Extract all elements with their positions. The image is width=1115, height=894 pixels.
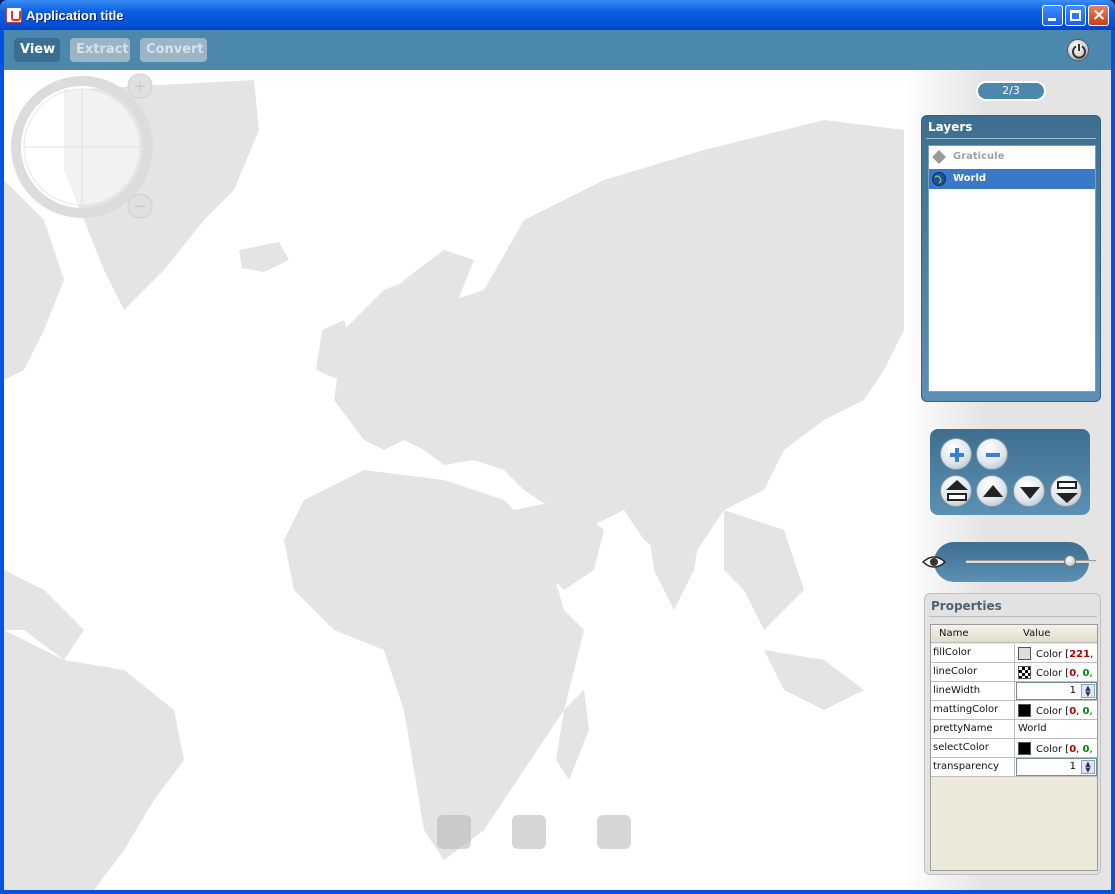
svg-text:−: − <box>134 197 147 215</box>
table-row[interactable]: transparency 1 ▲ ▼ <box>931 758 1097 777</box>
window-title: Application title <box>26 8 124 23</box>
layers-title: Layers <box>928 120 973 134</box>
spinner-arrows-icon[interactable]: ▲ ▼ <box>1081 760 1095 774</box>
move-up-icon <box>983 485 1003 497</box>
opacity-slider-thumb[interactable] <box>1064 555 1076 567</box>
properties-title: Properties <box>931 599 1002 613</box>
extract-button[interactable]: Extract <box>70 38 130 62</box>
column-header-value: Value <box>1023 628 1051 639</box>
move-top-button[interactable] <box>940 475 972 507</box>
property-name: prettyName <box>931 720 1015 738</box>
table-row[interactable]: fillColor Color [221, <box>931 644 1097 663</box>
property-value[interactable]: Color [0, 0, <box>1016 663 1097 681</box>
property-name: selectColor <box>931 739 1015 757</box>
color-swatch <box>1018 666 1031 679</box>
table-row[interactable]: mattingColor Color [0, 0, <box>931 701 1097 720</box>
color-prefix: Color [ <box>1036 649 1070 660</box>
maximize-button[interactable] <box>1065 5 1086 26</box>
globe-icon <box>932 172 946 186</box>
power-icon <box>1072 44 1086 59</box>
property-name: lineColor <box>931 663 1015 681</box>
color-prefix: Color [ <box>1036 668 1070 679</box>
property-name: mattingColor <box>931 701 1015 719</box>
number-spinner[interactable]: 1 ▲ ▼ <box>1016 682 1097 700</box>
color-prefix: Color [ <box>1036 706 1070 717</box>
number-spinner[interactable]: 1 ▲ ▼ <box>1016 758 1097 776</box>
color-suffix: , <box>1089 706 1093 717</box>
layers-list[interactable]: Graticule World <box>928 145 1096 392</box>
properties-table: Name Value fillColor Color [221, lineColor… <box>930 624 1098 871</box>
layer-label: World <box>953 173 987 184</box>
spinner-value: 1 <box>1069 685 1076 696</box>
color-swatch <box>1018 742 1031 755</box>
extract-tool-icon[interactable] <box>512 815 546 849</box>
move-down-button[interactable] <box>1013 475 1045 507</box>
minimize-button[interactable] <box>1042 5 1063 26</box>
color-red: 221 <box>1069 649 1091 660</box>
move-bottom-icon <box>1056 481 1078 503</box>
color-suffix: , <box>1089 744 1093 755</box>
property-value[interactable]: Color [0, 0, <box>1016 739 1097 757</box>
add-layer-button[interactable] <box>940 438 972 470</box>
divider <box>926 138 1096 139</box>
color-green: 0 <box>1082 744 1090 755</box>
close-button[interactable]: × <box>1088 5 1109 26</box>
color-green: 0 <box>1082 706 1090 717</box>
toolbar: View Extract Convert <box>4 30 1111 70</box>
view-button[interactable]: View <box>14 38 60 62</box>
table-row[interactable]: selectColor Color [0, 0, <box>931 739 1097 758</box>
move-down-icon <box>1020 487 1040 499</box>
property-name: fillColor <box>931 644 1015 662</box>
move-top-icon <box>946 480 968 501</box>
table-header: Name Value <box>931 625 1097 643</box>
add-icon <box>950 448 964 462</box>
minimize-icon <box>1048 18 1056 21</box>
layers-panel: Layers Graticule World <box>921 115 1101 402</box>
convert-tool-icon[interactable] <box>597 815 631 849</box>
table-row[interactable]: prettyName World <box>931 720 1097 739</box>
spinner-value: 1 <box>1069 761 1076 772</box>
client-area: View Extract Convert + − 2/3 Layers Grat… <box>4 30 1111 890</box>
remove-icon <box>986 453 1000 457</box>
properties-panel: Properties Name Value fillColor Color [22… <box>924 593 1101 875</box>
layer-controls <box>930 429 1090 515</box>
remove-layer-button[interactable] <box>976 438 1008 470</box>
color-swatch <box>1018 704 1031 717</box>
layer-item-graticule[interactable]: Graticule <box>929 147 1095 167</box>
eye-icon <box>922 556 946 568</box>
layer-label: Graticule <box>953 151 1005 162</box>
table-row[interactable]: lineWidth 1 ▲ ▼ <box>931 682 1097 701</box>
color-swatch <box>1018 647 1031 660</box>
color-suffix: , <box>1090 649 1094 660</box>
column-header-name: Name <box>939 628 969 639</box>
property-name: transparency <box>931 758 1015 776</box>
convert-button[interactable]: Convert <box>140 38 207 62</box>
navigation-wheel[interactable]: + − <box>10 72 160 222</box>
color-suffix: , <box>1089 668 1093 679</box>
app-window: Application title × View Extract Convert <box>0 0 1115 894</box>
close-icon: × <box>1091 5 1107 25</box>
opacity-slider-track[interactable] <box>966 560 1096 563</box>
power-button[interactable] <box>1067 39 1089 61</box>
view-tool-icon[interactable] <box>437 815 471 849</box>
move-bottom-button[interactable] <box>1050 475 1082 507</box>
spinner-arrows-icon[interactable]: ▲ ▼ <box>1081 684 1095 698</box>
property-value[interactable]: World <box>1016 720 1097 738</box>
svg-text:+: + <box>134 77 147 95</box>
move-up-button[interactable] <box>976 475 1008 507</box>
divider <box>929 616 1097 617</box>
property-value[interactable]: Color [221, <box>1016 644 1097 662</box>
table-row[interactable]: lineColor Color [0, 0, <box>931 663 1097 682</box>
property-value[interactable]: Color [0, 0, <box>1016 701 1097 719</box>
color-green: 0 <box>1082 668 1090 679</box>
java-app-icon <box>6 7 22 23</box>
title-bar[interactable]: Application title × <box>0 0 1115 30</box>
graticule-icon <box>932 150 946 164</box>
page-indicator: 2/3 <box>976 81 1046 101</box>
property-name: lineWidth <box>931 682 1015 700</box>
maximize-icon <box>1070 10 1081 21</box>
color-prefix: Color [ <box>1036 744 1070 755</box>
layer-item-world[interactable]: World <box>929 169 1095 189</box>
